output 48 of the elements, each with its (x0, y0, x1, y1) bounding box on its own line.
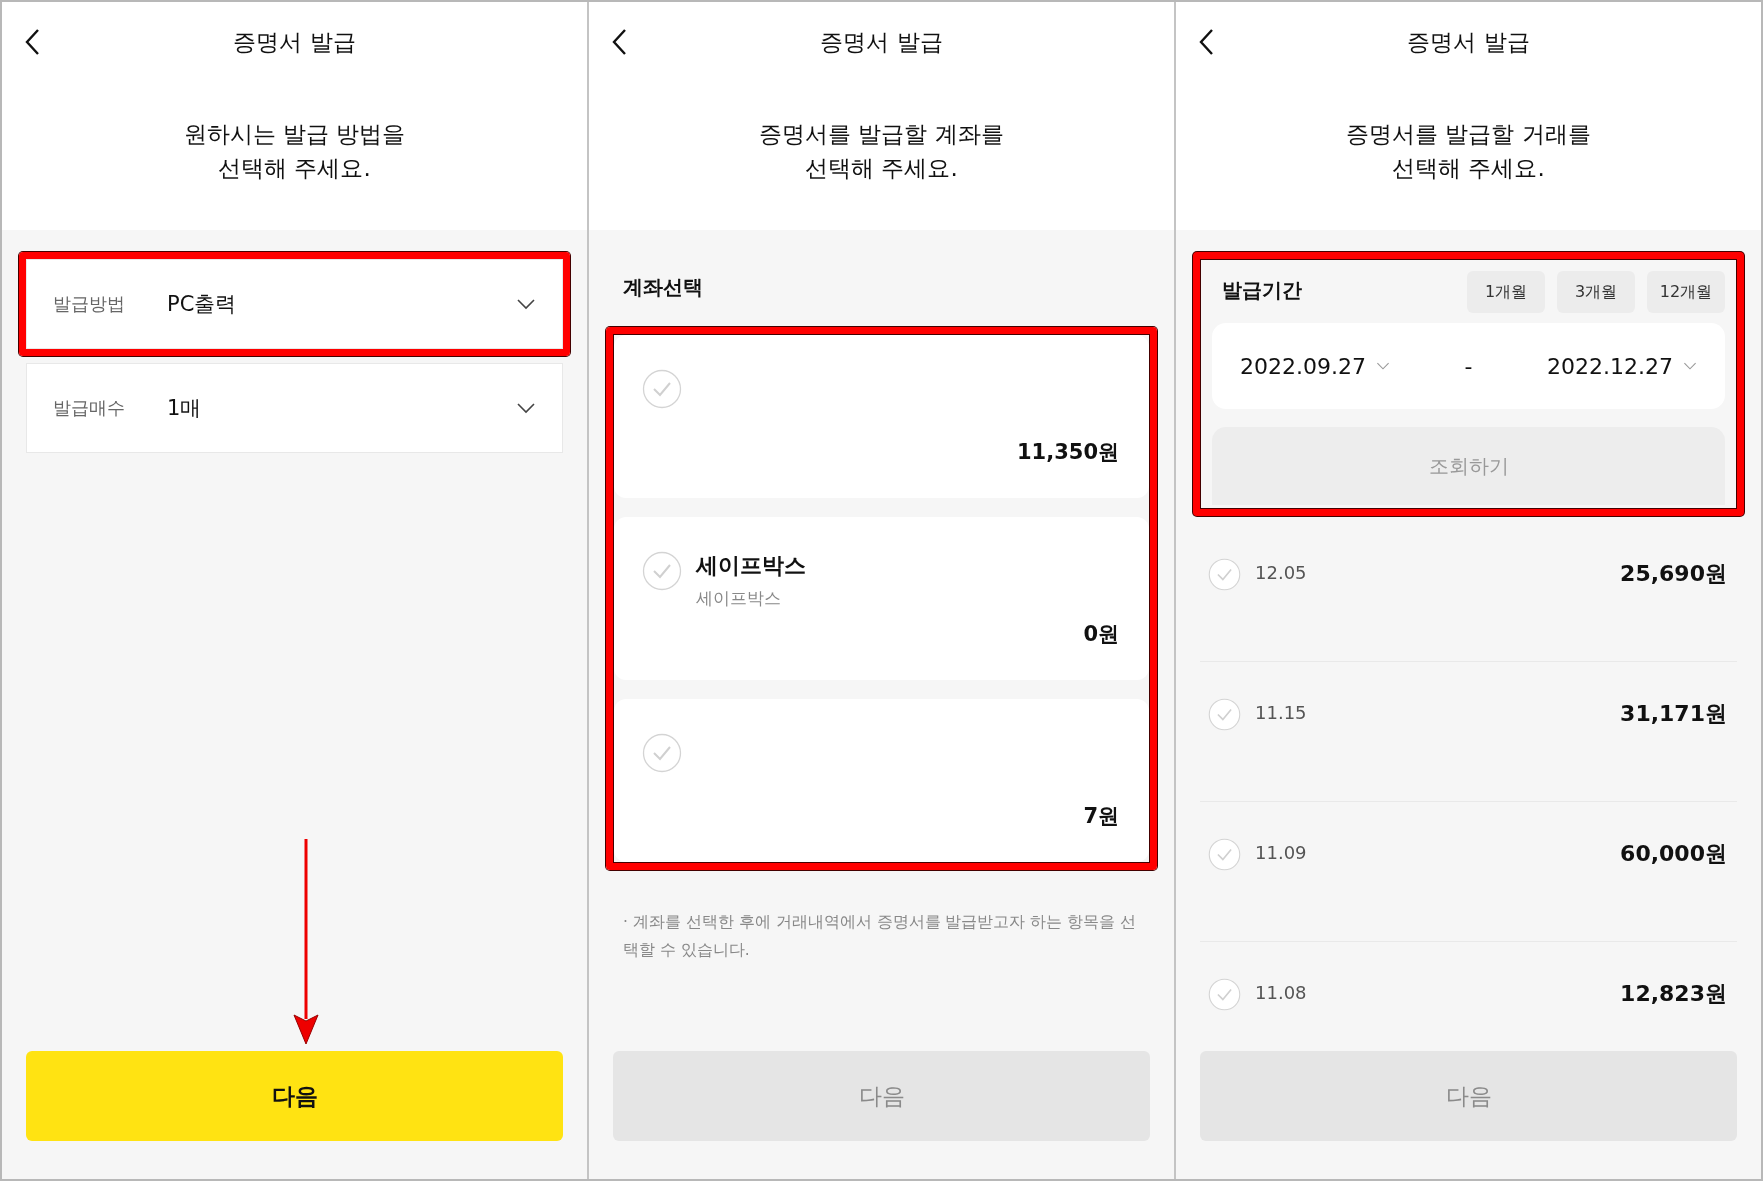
transaction-amount: 60,000원 (1620, 840, 1727, 868)
range-separator: - (1464, 353, 1473, 379)
chevron-down-icon (516, 298, 536, 310)
account-name: 세이프박스 (696, 552, 806, 580)
back-button[interactable] (24, 28, 40, 56)
transaction-date: 11.09 (1255, 841, 1308, 863)
period-chip[interactable]: 12개월 (1647, 271, 1725, 313)
transaction-date: 11.15 (1255, 701, 1308, 723)
screen-title: 증명서 발급 (820, 27, 943, 57)
prompt-text: 증명서를 발급할 계좌를 선택해 주세요. (759, 120, 1004, 183)
back-button[interactable] (611, 28, 627, 56)
screen-title: 증명서 발급 (233, 27, 356, 57)
transaction-amount: 25,690원 (1620, 560, 1727, 588)
account-balance: 0원 (1083, 621, 1119, 648)
account-card[interactable]: 11,350원 (614, 335, 1149, 498)
transaction-date: 11.08 (1255, 981, 1308, 1003)
transaction-amount: 31,171원 (1620, 700, 1727, 728)
account-card[interactable]: 7원 (614, 699, 1149, 862)
back-icon (1198, 28, 1214, 56)
note-text: · 계좌를 선택한 후에 거래내역에서 증명서를 발급받고자 하는 항목을 선택할 수 있습니다. (623, 912, 1138, 961)
transaction-date: 12.05 (1255, 561, 1308, 583)
next-button[interactable]: 다음 (26, 1051, 563, 1141)
field-value: PC출력 (167, 291, 238, 318)
account-balance: 7원 (1083, 803, 1119, 830)
account-type: 세이프박스 (696, 587, 782, 610)
back-icon (24, 28, 40, 56)
account-balance: 11,350원 (1016, 439, 1119, 466)
back-button[interactable] (1198, 28, 1214, 56)
prompt-text: 원하시는 발급 방법을 선택해 주세요. (183, 120, 406, 183)
chevron-down-icon (1375, 360, 1390, 372)
dropdown-field[interactable]: 발급매수 1매 (26, 363, 563, 453)
field-label: 발급방법 (53, 292, 126, 316)
period-label: 발급기간 (1222, 277, 1302, 304)
screen-title: 증명서 발급 (1407, 27, 1530, 57)
period-chip[interactable]: 1개월 (1467, 271, 1545, 313)
prompt-text: 증명서를 발급할 거래를 선택해 주세요. (1346, 120, 1591, 183)
field-value: 1매 (167, 395, 203, 422)
field-label: 발급매수 (53, 396, 126, 420)
back-icon (611, 28, 627, 56)
start-date-picker[interactable]: 2022.09.27 (1240, 353, 1390, 379)
section-title: 계좌선택 (623, 274, 704, 301)
period-chip[interactable]: 3개월 (1557, 271, 1635, 313)
end-date-picker[interactable]: 2022.12.27 (1547, 353, 1697, 379)
account-card[interactable]: 세이프박스 세이프박스 0원 (614, 517, 1149, 680)
chevron-down-icon (1683, 360, 1697, 372)
dropdown-field[interactable]: 발급방법 PC출력 (26, 259, 563, 349)
chevron-down-icon (516, 402, 536, 414)
transaction-amount: 12,823원 (1620, 980, 1727, 1008)
